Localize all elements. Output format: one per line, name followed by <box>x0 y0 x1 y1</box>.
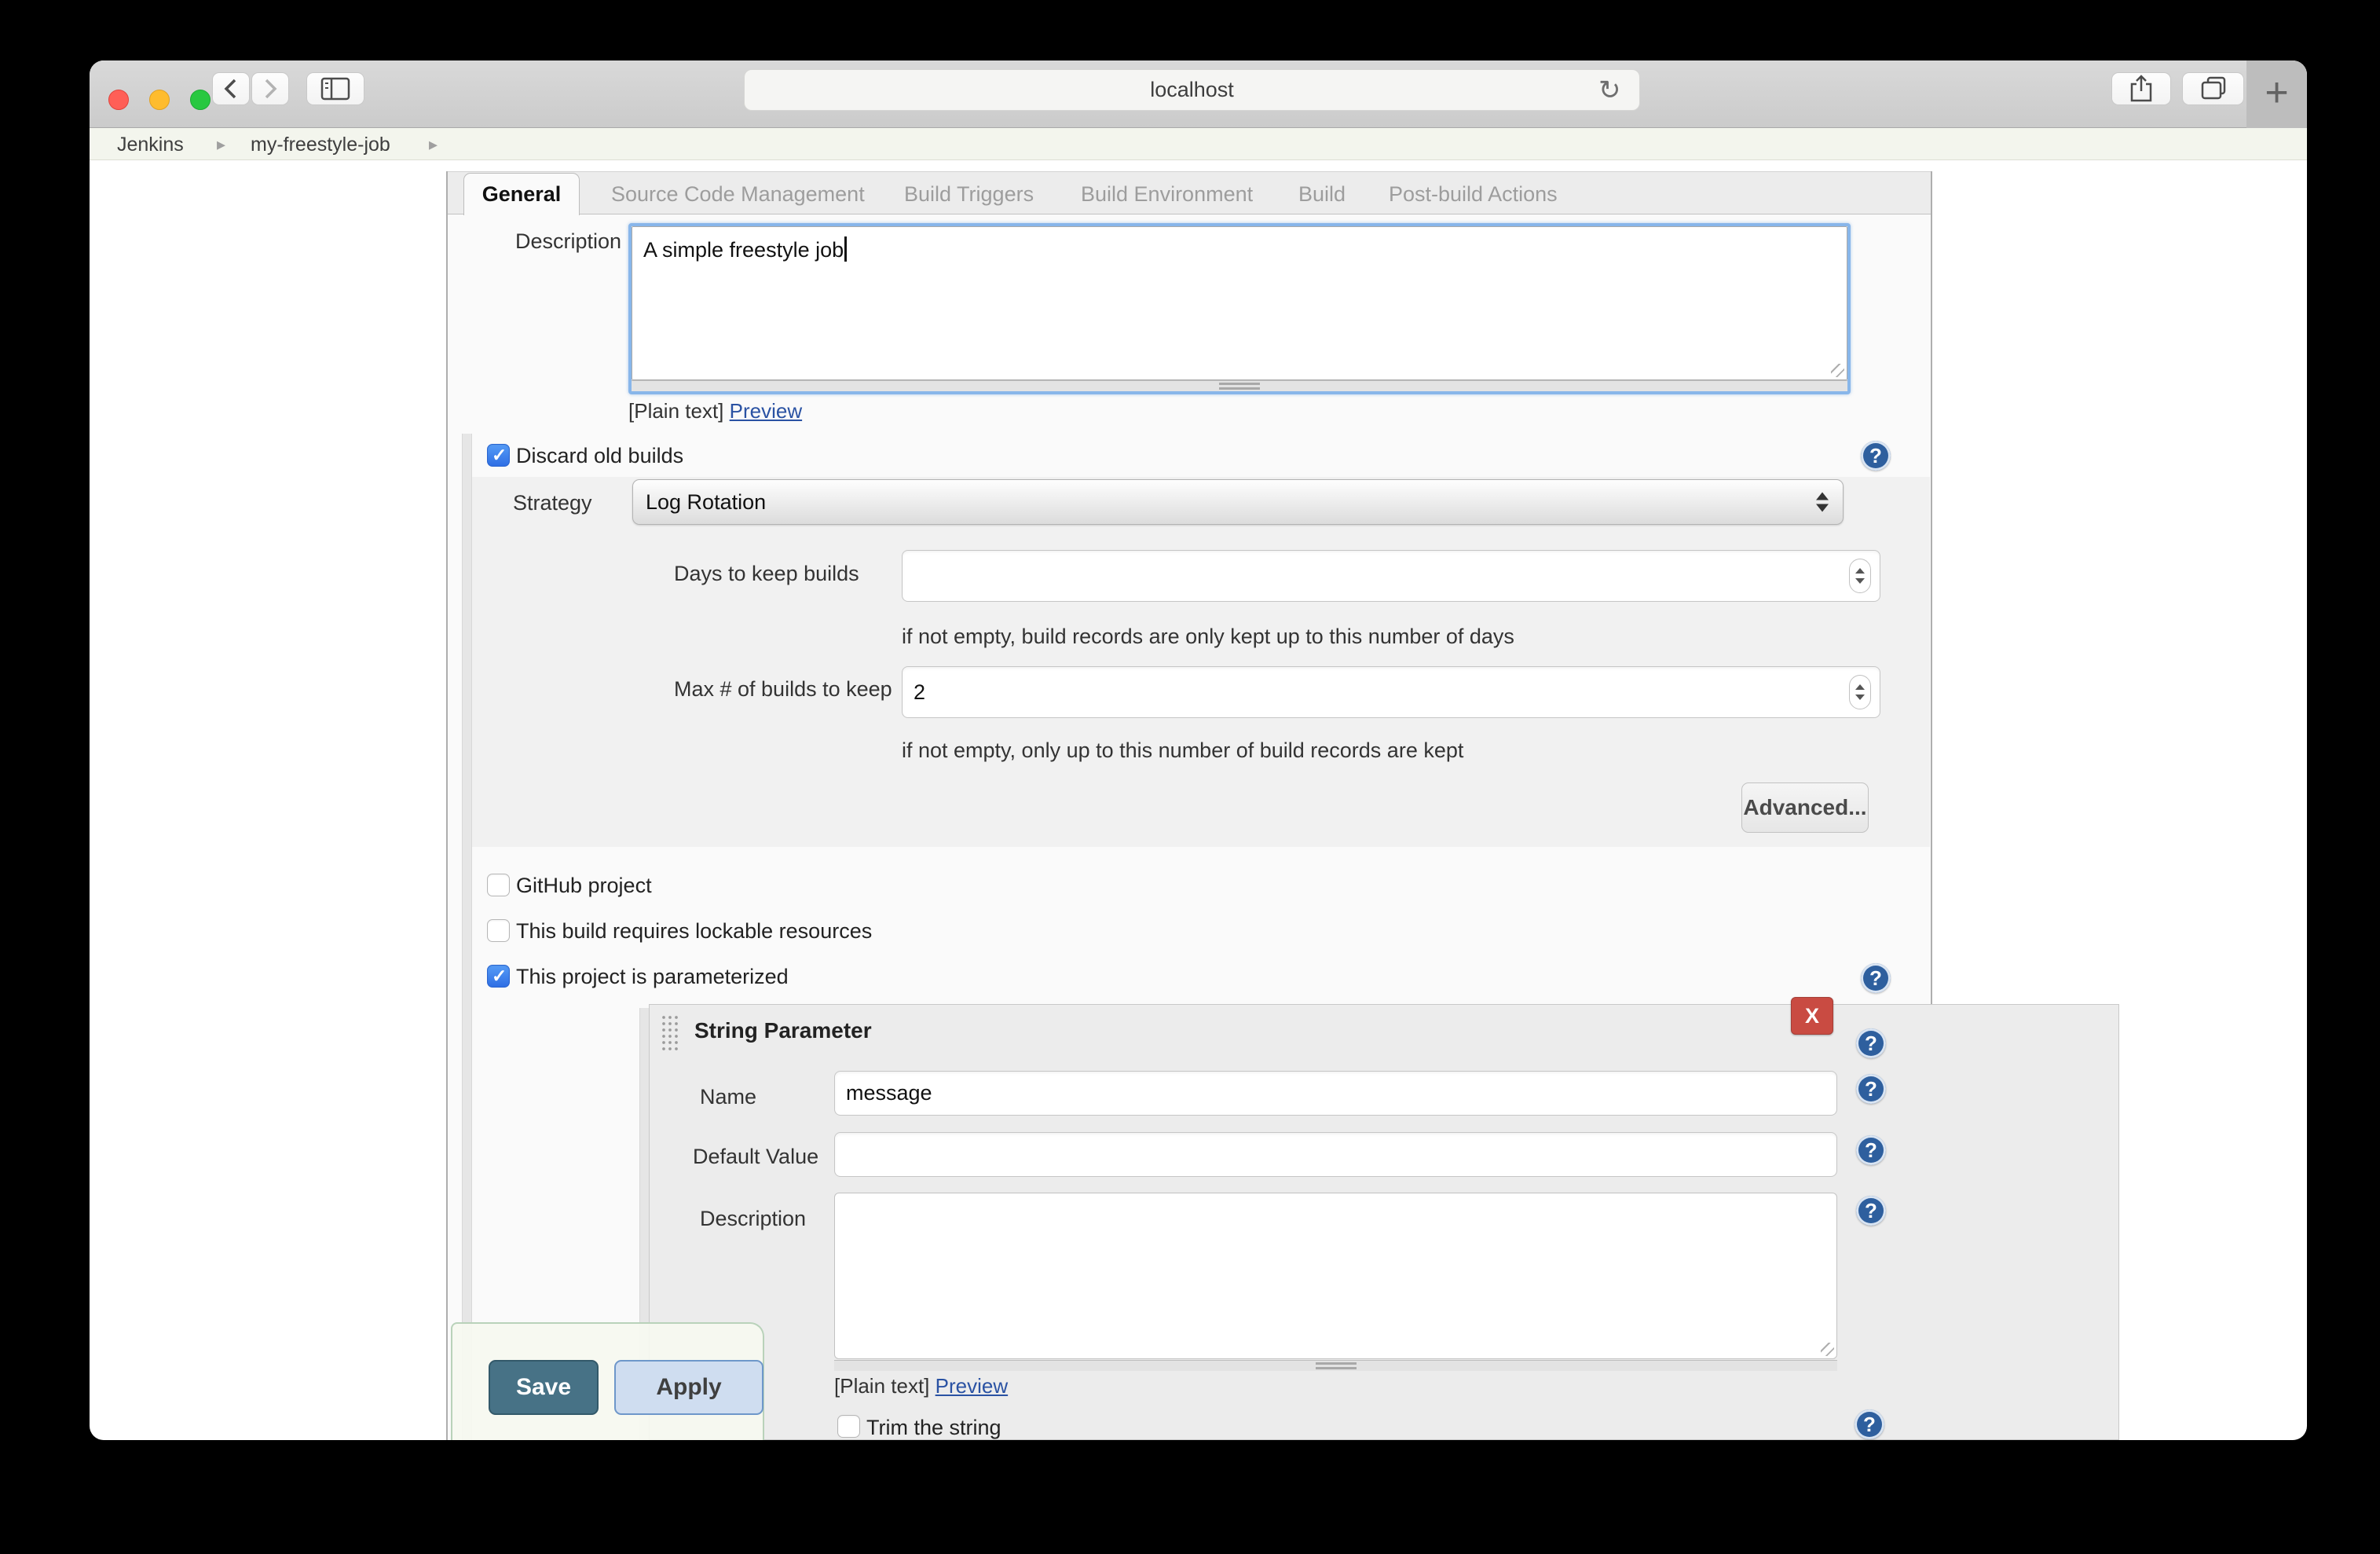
help-icon[interactable] <box>1856 1135 1886 1165</box>
discard-builds-panel <box>472 477 1930 847</box>
help-icon[interactable] <box>1856 1196 1886 1226</box>
save-bar: Save Apply <box>451 1322 764 1440</box>
section-indent-strip <box>462 434 472 1440</box>
param-default-input[interactable] <box>834 1132 1837 1177</box>
sidebar-toggle-button[interactable] <box>306 72 364 105</box>
trim-string-checkbox[interactable] <box>837 1415 860 1438</box>
param-description-textarea[interactable] <box>834 1193 1837 1359</box>
github-project-label: GitHub project <box>516 874 652 898</box>
param-name-label: Name <box>700 1085 756 1109</box>
tab-general[interactable]: General <box>463 173 580 215</box>
parameter-title: String Parameter <box>694 1018 872 1043</box>
breadcrumb-jenkins[interactable]: Jenkins <box>117 134 184 156</box>
breadcrumb-job[interactable]: my-freestyle-job <box>251 134 390 156</box>
browser-window: localhost Jenkins my-f <box>90 60 2307 1440</box>
param-description-label: Description <box>700 1207 806 1231</box>
discard-old-builds-checkbox[interactable] <box>487 444 510 467</box>
max-builds-label: Max # of builds to keep <box>674 677 892 702</box>
tab-build-environment[interactable]: Build Environment <box>1081 182 1253 207</box>
minimize-window-button[interactable] <box>149 90 170 110</box>
string-parameter-block: String Parameter X Name Default Value De… <box>649 1004 2119 1440</box>
text-caret <box>844 236 847 262</box>
strategy-value: Log Rotation <box>646 490 766 515</box>
parameterized-checkbox[interactable] <box>487 965 510 988</box>
resize-grip-icon[interactable] <box>1821 1343 1834 1356</box>
github-project-checkbox[interactable] <box>487 874 510 896</box>
config-tabbar: Source Code Management Build Triggers Bu… <box>448 171 1931 214</box>
help-icon[interactable] <box>1856 1074 1886 1104</box>
max-builds-help-text: if not empty, only up to this number of … <box>902 739 1463 763</box>
plain-text-label: [Plain text] <box>834 1374 929 1398</box>
address-bar[interactable]: localhost <box>744 69 1640 111</box>
tab-post-build-actions[interactable]: Post-build Actions <box>1389 182 1558 207</box>
preview-link[interactable]: Preview <box>936 1374 1008 1398</box>
share-icon <box>2127 74 2155 104</box>
save-button[interactable]: Save <box>489 1360 599 1415</box>
discard-old-builds-label: Discard old builds <box>516 444 683 468</box>
strategy-label: Strategy <box>513 491 592 515</box>
apply-button[interactable]: Apply <box>614 1360 763 1415</box>
browser-toolbar: localhost <box>90 60 2307 128</box>
reload-icon[interactable] <box>1598 75 1627 103</box>
breadcrumb: Jenkins my-freestyle-job <box>90 128 2307 160</box>
tab-build[interactable]: Build <box>1298 182 1346 207</box>
advanced-button[interactable]: Advanced... <box>1741 782 1869 833</box>
select-arrows-icon <box>1816 493 1829 512</box>
help-icon[interactable] <box>1861 963 1891 993</box>
description-format-row: [Plain text] Preview <box>628 399 802 423</box>
trim-string-label: Trim the string <box>866 1416 1001 1440</box>
number-stepper[interactable] <box>1849 675 1871 709</box>
param-format-row: [Plain text] Preview <box>834 1374 1008 1398</box>
param-default-label: Default Value <box>693 1145 818 1169</box>
textarea-drag-handle[interactable] <box>834 1360 1837 1371</box>
textarea-drag-handle[interactable] <box>632 380 1847 391</box>
back-button[interactable] <box>212 72 250 105</box>
lockable-resources-checkbox[interactable] <box>487 919 510 942</box>
forward-chevron-icon <box>260 77 280 101</box>
help-icon[interactable] <box>1856 1028 1886 1058</box>
resize-grip-icon[interactable] <box>1831 364 1844 377</box>
parameterized-label: This project is parameterized <box>516 965 789 989</box>
param-name-input[interactable] <box>834 1071 1837 1116</box>
days-to-keep-help-text: if not empty, build records are only kep… <box>902 625 1514 649</box>
close-window-button[interactable] <box>108 90 129 110</box>
tabs-overview-icon <box>2199 75 2228 102</box>
drag-handle-icon[interactable] <box>661 1014 681 1050</box>
help-icon[interactable] <box>1855 1409 1884 1439</box>
tab-overview-button[interactable] <box>2182 72 2244 105</box>
max-builds-input[interactable] <box>902 666 1880 718</box>
description-textarea[interactable]: A simple freestyle job <box>628 223 1851 394</box>
breadcrumb-separator-icon <box>217 134 225 155</box>
breadcrumb-separator-icon <box>429 134 438 155</box>
days-to-keep-input[interactable] <box>902 550 1880 602</box>
tab-build-triggers[interactable]: Build Triggers <box>904 182 1034 207</box>
plain-text-label: [Plain text] <box>628 399 723 423</box>
zoom-window-button[interactable] <box>190 90 211 110</box>
url-text: localhost <box>1150 78 1234 102</box>
screen: localhost Jenkins my-f <box>0 0 2380 1554</box>
share-button[interactable] <box>2111 72 2171 105</box>
help-icon[interactable] <box>1861 441 1891 471</box>
days-to-keep-label: Days to keep builds <box>674 562 859 586</box>
sidebar-icon <box>319 76 352 101</box>
delete-parameter-button[interactable]: X <box>1791 997 1833 1035</box>
new-tab-button[interactable] <box>2246 60 2307 128</box>
config-content: Source Code Management Build Triggers Bu… <box>446 171 1932 1440</box>
back-chevron-icon <box>221 77 241 101</box>
tab-source-code-management[interactable]: Source Code Management <box>611 182 865 207</box>
description-label: Description <box>515 229 621 254</box>
forward-button[interactable] <box>251 72 289 105</box>
preview-link[interactable]: Preview <box>730 399 802 423</box>
number-stepper[interactable] <box>1849 559 1871 593</box>
lockable-resources-label: This build requires lockable resources <box>516 919 872 944</box>
description-textarea-text: A simple freestyle job <box>632 226 1847 380</box>
strategy-select[interactable]: Log Rotation <box>632 479 1844 525</box>
